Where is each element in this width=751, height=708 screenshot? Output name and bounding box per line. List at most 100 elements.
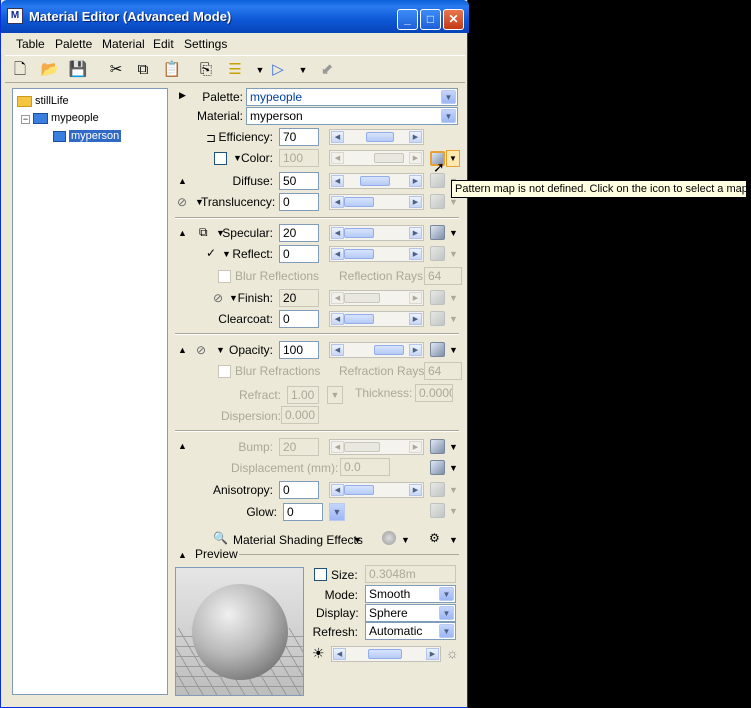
refraction-rays-field[interactable]: 64	[424, 362, 462, 380]
translucency-field[interactable]: 0	[279, 193, 319, 211]
refract-dropdown-icon[interactable]: ▼	[327, 386, 343, 404]
minimize-button[interactable]: _	[397, 9, 418, 30]
render-settings-dropdown-icon[interactable]: ▼	[449, 535, 458, 545]
dispersion-field[interactable]: 0.000	[281, 406, 319, 424]
finish-field[interactable]: 20	[279, 289, 319, 307]
copy-icon[interactable]: ⧉	[132, 59, 154, 81]
glow-field[interactable]: 0	[283, 503, 323, 521]
bump-field[interactable]: 20	[279, 438, 319, 456]
sphere-icon[interactable]	[382, 531, 396, 545]
clearcoat-slider[interactable]: ◀ ▶	[329, 311, 424, 327]
collapse-arrow-icon[interactable]: ▲	[178, 345, 187, 355]
displacement-map-icon[interactable]	[430, 460, 445, 475]
collapse-arrow-icon[interactable]: ▲	[178, 228, 187, 238]
menu-palette[interactable]: Palette	[55, 37, 92, 51]
size-field[interactable]: 0.3048m	[365, 565, 456, 583]
open-folder-icon[interactable]: 📂	[39, 59, 61, 81]
link-icon[interactable]: ⊘	[177, 195, 187, 209]
translucency-map-dropdown-icon[interactable]: ▼	[449, 197, 458, 207]
paste-icon[interactable]: 📋	[161, 59, 183, 81]
close-button[interactable]: ✕	[443, 9, 464, 30]
opacity-map-icon[interactable]	[430, 342, 445, 357]
mode-select[interactable]: Smooth ▼	[365, 585, 456, 603]
collapse-arrow-icon[interactable]: ▲	[178, 441, 187, 451]
collapse-arrow-icon[interactable]: ▲	[178, 550, 187, 560]
menu-table[interactable]: Table	[16, 37, 45, 51]
display-select[interactable]: Sphere ▼	[365, 604, 456, 622]
finish-map-icon[interactable]	[430, 290, 445, 305]
menu-material[interactable]: Material	[102, 37, 145, 51]
assign-icon[interactable]: ⎘	[195, 59, 217, 81]
palette-select[interactable]: mypeople ▼	[246, 88, 458, 106]
blur-reflections-checkbox[interactable]	[218, 270, 231, 283]
cut-icon[interactable]: ✂	[105, 59, 127, 81]
save-icon[interactable]: 💾	[67, 59, 89, 81]
efficiency-slider[interactable]: ◀ ▶	[329, 129, 424, 145]
finish-slider[interactable]: ◀ ▶	[329, 290, 424, 306]
diffuse-field[interactable]: 50	[279, 172, 319, 190]
translucency-map-icon[interactable]	[430, 194, 445, 209]
anisotropy-map-icon[interactable]	[430, 482, 445, 497]
menu-edit[interactable]: Edit	[153, 37, 174, 51]
sphere-dropdown-icon[interactable]: ▼	[401, 535, 410, 545]
select-dropdown-icon[interactable]: ▼	[292, 59, 314, 81]
specular-slider[interactable]: ◀ ▶	[329, 225, 424, 241]
diffuse-map-icon[interactable]	[430, 173, 445, 188]
shading-effects-dropdown-icon[interactable]: ▼	[353, 535, 362, 545]
displacement-map-dropdown-icon[interactable]: ▼	[449, 463, 458, 473]
material-select[interactable]: myperson ▼	[246, 107, 458, 125]
clearcoat-field[interactable]: 0	[279, 310, 319, 328]
diffuse-slider[interactable]: ◀ ▶	[329, 173, 424, 189]
new-icon[interactable]: 🗋	[9, 59, 31, 81]
specular-map-dropdown-icon[interactable]: ▼	[449, 228, 458, 238]
opacity-map-dropdown-icon[interactable]: ▼	[449, 345, 458, 355]
anisotropy-field[interactable]: 0	[279, 481, 319, 499]
reflection-rays-field[interactable]: 64	[424, 267, 462, 285]
apply-icon[interactable]: ⬋	[316, 59, 338, 81]
bump-map-icon[interactable]	[430, 439, 445, 454]
blur-refractions-checkbox[interactable]	[218, 365, 231, 378]
select-icon[interactable]: ▷	[267, 59, 289, 81]
layers-icon[interactable]: ☰	[224, 59, 246, 81]
displacement-field[interactable]: 0.0	[340, 458, 390, 476]
reflect-slider[interactable]: ◀ ▶	[329, 246, 424, 262]
clearcoat-map-dropdown-icon[interactable]: ▼	[449, 314, 458, 324]
color-field[interactable]: 100	[279, 149, 319, 167]
shading-effects-label[interactable]: Material Shading Effects	[233, 533, 363, 547]
refract-field[interactable]: 1.00	[287, 386, 319, 404]
reflect-map-icon[interactable]	[430, 246, 445, 261]
opacity-slider[interactable]: ◀ ▶	[329, 342, 424, 358]
magnifier-icon[interactable]: 🔍	[213, 531, 228, 545]
anisotropy-map-dropdown-icon[interactable]: ▼	[449, 485, 458, 495]
checkmark-icon[interactable]: ✓	[206, 246, 216, 260]
copy-settings-icon[interactable]: ⧉	[199, 225, 208, 240]
tree-node-mypeople[interactable]: mypeople	[33, 112, 99, 124]
collapse-arrow-icon[interactable]: ▲	[178, 176, 187, 186]
expand-arrow-icon[interactable]: ▶	[179, 90, 186, 101]
anisotropy-slider[interactable]: ◀ ▶	[329, 482, 424, 498]
bump-slider[interactable]: ◀ ▶	[329, 439, 424, 455]
link-icon[interactable]: ⊘	[196, 343, 206, 357]
link-icon[interactable]: ⊘	[213, 291, 223, 305]
tree-node-myperson[interactable]: myperson	[53, 130, 122, 142]
bump-map-dropdown-icon[interactable]: ▼	[449, 442, 458, 452]
glow-dropdown-icon[interactable]: ▼	[329, 503, 345, 521]
finish-map-dropdown-icon[interactable]: ▼	[449, 293, 458, 303]
render-settings-icon[interactable]: ⚙	[429, 531, 440, 545]
color-slider[interactable]: ◀ ▶	[329, 150, 424, 166]
glow-map-dropdown-icon[interactable]: ▼	[449, 506, 458, 516]
efficiency-field[interactable]: 70	[279, 128, 319, 146]
translucency-slider[interactable]: ◀ ▶	[329, 194, 424, 210]
clearcoat-map-icon[interactable]	[430, 311, 445, 326]
tree-node-stilllife[interactable]: stillLife	[17, 95, 69, 107]
reflect-field[interactable]: 0	[279, 245, 319, 263]
preview-image[interactable]	[175, 567, 304, 696]
opacity-field[interactable]: 100	[279, 341, 319, 359]
refresh-select[interactable]: Automatic ▼	[365, 622, 456, 640]
menu-settings[interactable]: Settings	[184, 37, 227, 51]
title-bar[interactable]: M Material Editor (Advanced Mode) _ □ ✕	[1, 0, 469, 33]
maximize-button[interactable]: □	[420, 9, 441, 30]
reflect-map-dropdown-icon[interactable]: ▼	[449, 249, 458, 259]
size-checkbox[interactable]	[314, 568, 327, 581]
specular-map-icon[interactable]	[430, 225, 445, 240]
